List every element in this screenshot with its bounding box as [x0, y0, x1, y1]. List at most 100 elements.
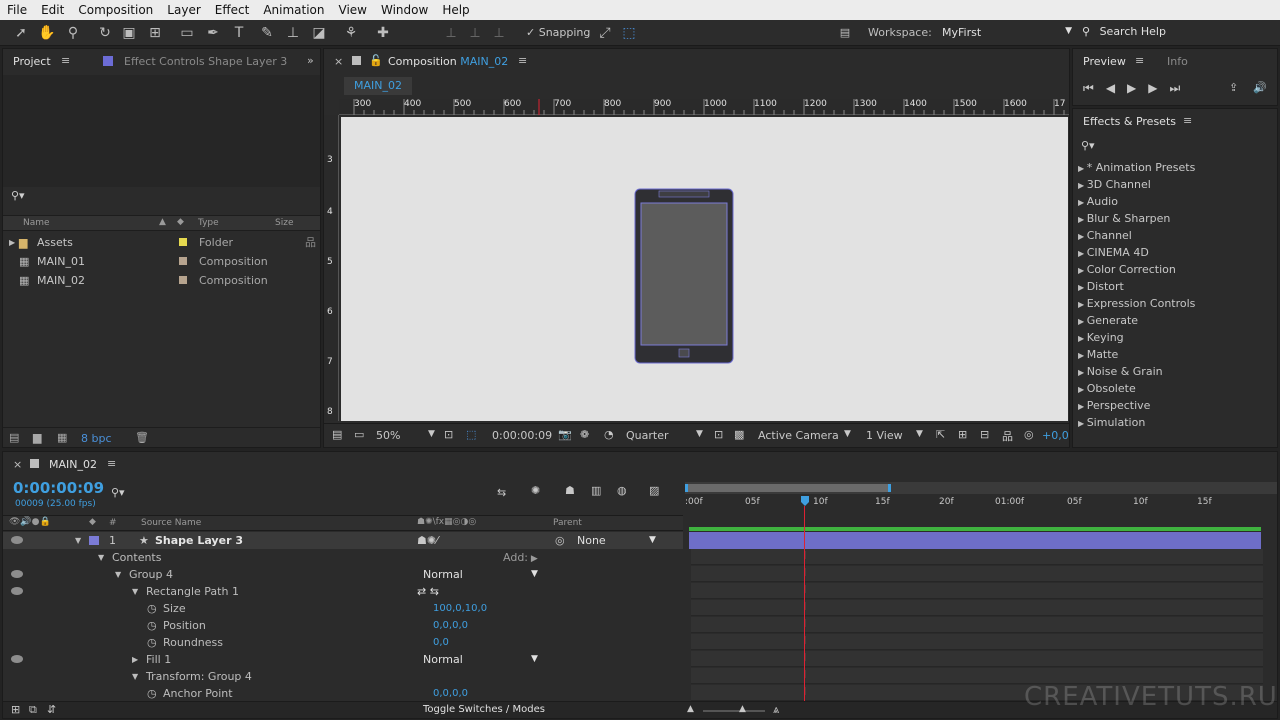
pan-behind-tool-icon[interactable]: ⊞ — [146, 24, 164, 42]
axis-world-icon[interactable]: ⟂ — [466, 24, 484, 42]
zoom-slider[interactable] — [703, 710, 765, 712]
tab-composition[interactable]: Composition MAIN_02 — [388, 55, 508, 68]
track-row[interactable]: I — [691, 617, 1263, 633]
composition-viewer[interactable] — [341, 117, 1068, 421]
menu-animation[interactable]: Animation — [256, 3, 331, 17]
expand-triangle-icon[interactable]: ▼ — [75, 532, 81, 549]
menu-edit[interactable]: Edit — [34, 3, 71, 17]
close-tab-icon[interactable]: × — [13, 458, 22, 471]
expand-triangle-icon[interactable]: ▶ — [9, 234, 15, 251]
effect-category-item[interactable]: ▶ Generate — [1078, 312, 1138, 329]
view-layout-select[interactable]: 1 View ▼ — [866, 429, 932, 442]
tab-timeline-main02[interactable]: MAIN_02 — [49, 458, 97, 471]
roto-brush-tool-icon[interactable]: ⚘ — [342, 24, 360, 42]
panel-menu-icon[interactable]: ≡ — [518, 54, 527, 67]
audio-icon[interactable]: 🔊 — [1253, 81, 1267, 94]
trash-icon[interactable]: 🗑 — [135, 431, 149, 444]
region-of-interest-icon[interactable]: ⊡ — [714, 428, 723, 441]
exposure-value[interactable]: +0,0 — [1042, 429, 1069, 442]
work-area-bar[interactable] — [685, 482, 1277, 494]
layer-duration-bar[interactable] — [689, 532, 1261, 549]
layer-label-swatch[interactable] — [89, 536, 99, 545]
property-row[interactable]: ◷ Anchor Point 0,0,0,0 — [3, 685, 683, 702]
path-direction-icon[interactable]: ⇄ ⇆ — [417, 583, 439, 600]
new-folder-icon[interactable]: ▆ — [33, 431, 41, 444]
zoom-out-icon[interactable]: ▲ — [687, 704, 694, 714]
panel-menu-icon[interactable]: ≡ — [1183, 114, 1192, 127]
exposure-reset-icon[interactable]: ◎ — [1024, 428, 1034, 441]
hide-shy-layers-icon[interactable]: ☗ — [565, 484, 575, 497]
stopwatch-icon[interactable]: ◷ — [147, 685, 157, 702]
last-frame-icon[interactable]: ⏭ — [1170, 81, 1193, 95]
stopwatch-icon[interactable]: ◷ — [147, 634, 157, 651]
column-source-name[interactable]: Source Name — [141, 518, 201, 528]
panel-menu-icon[interactable]: ≡ — [107, 457, 116, 470]
panel-menu-icon[interactable]: ≡ — [61, 54, 70, 67]
expand-triangle-icon[interactable]: ▶ — [1078, 215, 1087, 224]
fast-previews-icon[interactable]: ⊞ — [958, 428, 967, 441]
camera-tool-icon[interactable]: ▣ — [120, 24, 138, 42]
effect-category-item[interactable]: ▶ * Animation Presets — [1078, 159, 1195, 176]
expand-triangle-icon[interactable]: ▶ — [1078, 334, 1087, 343]
tab-info[interactable]: Info — [1167, 55, 1188, 68]
effect-category-item[interactable]: ▶ Perspective — [1078, 397, 1150, 414]
column-type[interactable]: Type — [198, 218, 219, 228]
timeline-search-input[interactable]: ⚲▾ — [111, 486, 125, 499]
expand-panels-icon[interactable]: » — [307, 54, 314, 67]
expand-triangle-icon[interactable]: ▼ — [132, 583, 138, 600]
layer-row-shape-layer-3[interactable]: ▼ 1 ★ Shape Layer 3 ☗✺⁄ ◎ None ▼ — [3, 532, 683, 549]
expand-triangle-icon[interactable]: ▶ — [1078, 402, 1087, 411]
hand-tool-icon[interactable]: ✋ — [38, 24, 56, 42]
transfer-controls-icon[interactable]: ⧉ — [29, 703, 37, 717]
effect-category-item[interactable]: ▶ Noise & Grain — [1078, 363, 1163, 380]
expand-triangle-icon[interactable]: ▼ — [115, 566, 121, 583]
search-help-field[interactable]: ⚲ Search Help — [1082, 25, 1166, 38]
axis-local-icon[interactable]: ⟂ — [442, 24, 460, 42]
draft-3d-icon[interactable]: ✺ — [531, 484, 540, 497]
menu-file[interactable]: File — [0, 3, 34, 17]
track-row[interactable]: I — [691, 600, 1263, 616]
expand-triangle-icon[interactable]: ▼ — [132, 668, 138, 685]
tab-effect-controls[interactable]: Effect Controls Shape Layer 3 — [124, 55, 287, 68]
flowchart-icon[interactable]: 品 — [305, 234, 316, 251]
tab-preview[interactable]: Preview — [1083, 55, 1126, 68]
vr-icon[interactable]: ▤ — [836, 24, 854, 42]
effect-category-item[interactable]: ▶ Expression Controls — [1078, 295, 1195, 312]
previous-frame-icon[interactable]: ◀ — [1106, 81, 1127, 95]
effect-category-item[interactable]: ▶ Color Correction — [1078, 261, 1176, 278]
effect-category-item[interactable]: ▶ Channel — [1078, 227, 1132, 244]
track-row[interactable]: I — [691, 549, 1263, 565]
track-row[interactable]: I — [691, 651, 1263, 667]
project-item-main02[interactable]: ▦ MAIN_02 Composition — [3, 272, 320, 289]
expand-triangle-icon[interactable]: ▶ — [1078, 266, 1087, 275]
expand-triangle-icon[interactable]: ▶ — [132, 651, 138, 668]
expand-triangle-icon[interactable]: ▶ — [1078, 419, 1087, 428]
visibility-eye-icon[interactable] — [11, 587, 23, 595]
lock-icon[interactable]: 🔓 — [369, 54, 383, 67]
rotate-tool-icon[interactable]: ↻ — [96, 24, 114, 42]
work-area-range[interactable] — [685, 484, 891, 492]
property-row[interactable]: ▶ Fill 1 Normal ▼ — [3, 651, 683, 668]
timeline-current-time[interactable]: 0:00:00:09 — [13, 479, 104, 497]
axis-view-icon[interactable]: ⟂ — [490, 24, 508, 42]
new-composition-icon[interactable]: ▦ — [57, 431, 67, 444]
expand-triangle-icon[interactable]: ▶ — [1078, 181, 1087, 190]
flowchart-icon[interactable]: 品 — [1002, 428, 1013, 444]
property-row[interactable]: ◷ Size 100,0,10,0 — [3, 600, 683, 617]
zoom-tool-icon[interactable]: ⚲ — [64, 24, 82, 42]
project-item-main01[interactable]: ▦ MAIN_01 Composition — [3, 253, 320, 270]
zoom-in-icon[interactable]: ⩓ — [773, 703, 779, 717]
expand-triangle-icon[interactable]: ▶ — [1078, 385, 1087, 394]
effect-category-item[interactable]: ▶ Distort — [1078, 278, 1124, 295]
first-frame-icon[interactable]: ⏮ — [1083, 81, 1106, 95]
snapshot-icon[interactable]: 📷 — [558, 428, 572, 441]
property-row[interactable]: ◷ Roundness 0,0 — [3, 634, 683, 651]
layer-switches-pane-icon[interactable]: ⊞ — [11, 703, 20, 716]
expand-triangle-icon[interactable]: ▶ — [1078, 283, 1087, 292]
expand-triangle-icon[interactable]: ▶ — [1078, 198, 1087, 207]
show-snapshot-icon[interactable]: ◔ — [604, 428, 614, 441]
expand-triangle-icon[interactable]: ▶ — [1078, 368, 1087, 377]
effect-category-item[interactable]: ▶ Simulation — [1078, 414, 1145, 431]
menu-effect[interactable]: Effect — [208, 3, 257, 17]
layer-name[interactable]: Shape Layer 3 — [155, 532, 243, 549]
